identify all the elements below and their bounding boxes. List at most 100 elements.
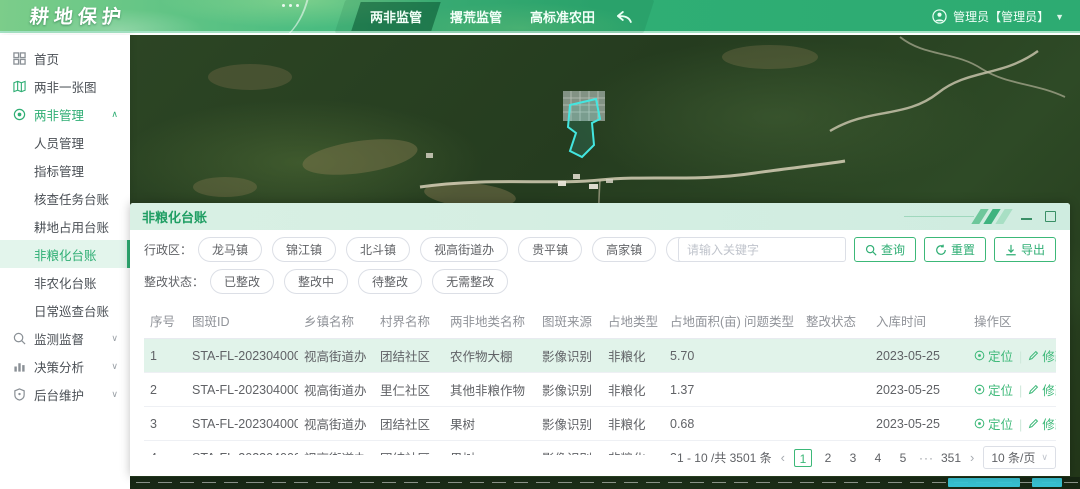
sidebar-item-decision-analysis[interactable]: 决策分析 ∨ bbox=[0, 352, 130, 380]
sidebar-item-occupation-ledger[interactable]: 耕地占用台账 bbox=[0, 212, 130, 240]
page-number[interactable]: 351 bbox=[941, 449, 961, 467]
col-header: 序号 bbox=[144, 303, 186, 339]
minimize-icon[interactable] bbox=[1021, 211, 1032, 220]
region-pill[interactable]: 北斗镇 bbox=[346, 237, 410, 262]
modify-link[interactable]: 修改 bbox=[1028, 380, 1056, 399]
cell-occupy: 非粮化 bbox=[602, 441, 664, 456]
titlebar-stripes-decoration bbox=[971, 209, 1012, 224]
shield-icon bbox=[13, 387, 27, 401]
table-header-row: 序号 图斑ID 乡镇名称 村界名称 两非地类名称 图斑来源 占地类型 占地面积(… bbox=[144, 303, 1056, 339]
toolbar: 查询 重置 导出 bbox=[678, 237, 1056, 262]
cell-landtype: 果树 bbox=[444, 441, 536, 456]
target-icon bbox=[13, 107, 27, 121]
cell-source: 影像识别 bbox=[536, 339, 602, 373]
col-header: 乡镇名称 bbox=[298, 303, 374, 339]
table-row[interactable]: 1 STA-FL-20230400001 视高街道办 团结社区 农作物大棚 影像… bbox=[144, 339, 1056, 373]
locate-link[interactable]: 定位 bbox=[974, 380, 1013, 399]
cell-id: STA-FL-20230400004 bbox=[186, 441, 298, 456]
modify-link[interactable]: 修改 bbox=[1028, 346, 1056, 365]
sidebar-item-label: 两非管理 bbox=[34, 105, 84, 124]
cell-landtype: 果树 bbox=[444, 407, 536, 441]
sidebar-item-label: 后台维护 bbox=[34, 385, 84, 404]
cell-ops: 定位|修改 bbox=[968, 339, 1056, 373]
ledger-table: 序号 图斑ID 乡镇名称 村界名称 两非地类名称 图斑来源 占地类型 占地面积(… bbox=[144, 303, 1056, 455]
export-button[interactable]: 导出 bbox=[994, 237, 1056, 262]
table-row[interactable]: 2 STA-FL-20230400002 视高街道办 里仁社区 其他非粮作物 影… bbox=[144, 373, 1056, 407]
page-number[interactable]: 4 bbox=[869, 449, 887, 467]
tab-high-standard-farmland[interactable]: 高标准农田 bbox=[516, 2, 609, 31]
pagination-summary: 1 - 10 /共 3501 条 bbox=[677, 449, 772, 466]
cell-area: 1.37 bbox=[664, 373, 738, 407]
page-number[interactable]: 3 bbox=[844, 449, 862, 467]
user-avatar-icon bbox=[932, 9, 947, 24]
sidebar-item-backend-maintenance[interactable]: 后台维护 ∨ bbox=[0, 380, 130, 408]
region-pill[interactable]: 高家镇 bbox=[592, 237, 656, 262]
modify-link[interactable]: 修改 bbox=[1028, 414, 1056, 433]
locate-link[interactable]: 定位 bbox=[974, 414, 1013, 433]
search-input[interactable] bbox=[678, 237, 846, 262]
sidebar-item-liangfei-management[interactable]: 两非管理 ∧ bbox=[0, 100, 130, 128]
cell-village: 里仁社区 bbox=[374, 373, 444, 407]
page-size-select[interactable]: 10 条/页 ∨ bbox=[983, 446, 1056, 469]
chevron-down-icon: ∨ bbox=[111, 333, 118, 344]
map-attribution-bar bbox=[130, 477, 1080, 489]
status-pill[interactable]: 整改中 bbox=[284, 269, 348, 294]
cell-ops: 定位|修改 bbox=[968, 373, 1056, 407]
cell-landtype: 农作物大棚 bbox=[444, 339, 536, 373]
filter-section: 行政区： 龙马镇 锦江镇 北斗镇 视高街道办 贵平镇 高家镇 青龙街道 整改状态… bbox=[130, 230, 1070, 303]
page-number[interactable]: 1 bbox=[794, 449, 812, 467]
region-pill[interactable]: 龙马镇 bbox=[198, 237, 262, 262]
table-row[interactable]: 3 STA-FL-20230400003 视高街道办 团结社区 果树 影像识别 … bbox=[144, 407, 1056, 441]
reset-button[interactable]: 重置 bbox=[924, 237, 986, 262]
chevron-up-icon: ∧ bbox=[111, 109, 118, 120]
selected-parcel-outline bbox=[568, 99, 600, 157]
region-pill[interactable]: 视高街道办 bbox=[420, 237, 508, 262]
tab-label: 高标准农田 bbox=[530, 10, 595, 25]
status-pill[interactable]: 待整改 bbox=[358, 269, 422, 294]
cell-occupy: 非粮化 bbox=[602, 373, 664, 407]
col-header: 占地类型 bbox=[602, 303, 664, 339]
prev-page-arrow[interactable]: ‹ bbox=[779, 450, 787, 465]
cell-problem bbox=[738, 373, 800, 407]
region-pill[interactable]: 锦江镇 bbox=[272, 237, 336, 262]
maximize-icon[interactable] bbox=[1045, 211, 1056, 222]
back-arrow-icon[interactable] bbox=[617, 11, 633, 23]
page-number[interactable]: 5 bbox=[894, 449, 912, 467]
status-pill[interactable]: 已整改 bbox=[210, 269, 274, 294]
sidebar-item-liangfei-map[interactable]: 两非一张图 bbox=[0, 72, 130, 100]
sidebar-item-home[interactable]: 首页 bbox=[0, 44, 130, 72]
cell-village: 团结社区 bbox=[374, 339, 444, 373]
status-pill[interactable]: 无需整改 bbox=[432, 269, 508, 294]
pagination-ellipsis[interactable]: ··· bbox=[919, 451, 934, 465]
next-page-arrow[interactable]: › bbox=[968, 450, 976, 465]
tab-abandoned-supervision[interactable]: 撂荒监管 bbox=[436, 2, 516, 31]
col-header: 整改状态 bbox=[800, 303, 870, 339]
cell-id: STA-FL-20230400001 bbox=[186, 339, 298, 373]
chevron-down-icon: ∨ bbox=[111, 361, 118, 372]
edit-icon bbox=[1028, 350, 1039, 361]
page-number[interactable]: 2 bbox=[819, 449, 837, 467]
tab-liangfei-supervision[interactable]: 两非监管 bbox=[351, 2, 440, 31]
col-header: 图斑来源 bbox=[536, 303, 602, 339]
sidebar-item-label: 首页 bbox=[34, 49, 59, 68]
locate-icon bbox=[974, 350, 985, 361]
sidebar-item-daily-patrol-ledger[interactable]: 日常巡查台账 bbox=[0, 296, 130, 324]
sidebar-item-indicators[interactable]: 指标管理 bbox=[0, 156, 130, 184]
sidebar-item-non-agri-ledger[interactable]: 非农化台账 bbox=[0, 268, 130, 296]
sidebar-item-personnel[interactable]: 人员管理 bbox=[0, 128, 130, 156]
cell-idx: 4 bbox=[144, 441, 186, 456]
map-label-chip bbox=[948, 478, 1020, 487]
sidebar-item-non-grain-ledger[interactable]: 非粮化台账 bbox=[0, 240, 130, 268]
refresh-icon bbox=[935, 244, 947, 256]
sidebar-item-verification-ledger[interactable]: 核查任务台账 bbox=[0, 184, 130, 212]
app-window: 耕地保护 两非监管 撂荒监管 高标准农田 管理员【管理员】 ▼ bbox=[0, 0, 1080, 489]
cell-source: 影像识别 bbox=[536, 407, 602, 441]
query-button[interactable]: 查询 bbox=[854, 237, 916, 262]
region-pill[interactable]: 贵平镇 bbox=[518, 237, 582, 262]
grid-icon bbox=[13, 51, 27, 65]
sidebar-item-monitoring[interactable]: 监测监督 ∨ bbox=[0, 324, 130, 352]
region-filter-label: 行政区： bbox=[144, 241, 192, 258]
map-icon bbox=[13, 79, 27, 93]
locate-link[interactable]: 定位 bbox=[974, 346, 1013, 365]
user-menu[interactable]: 管理员【管理员】 ▼ bbox=[932, 0, 1064, 33]
